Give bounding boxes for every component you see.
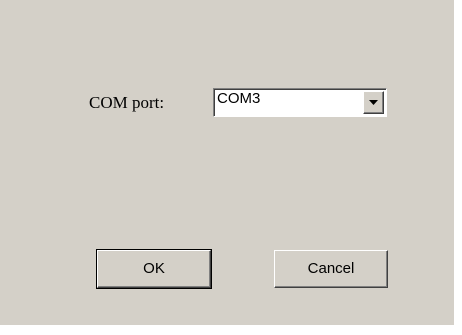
cancel-button[interactable]: Cancel — [274, 250, 388, 288]
ok-button[interactable]: OK — [96, 249, 212, 289]
com-port-label: COM port: — [89, 93, 165, 112]
dropdown-button[interactable] — [363, 91, 384, 114]
chevron-down-icon — [369, 100, 378, 105]
com-port-selected-value: COM3 — [217, 90, 261, 107]
com-port-select[interactable]: COM3 — [213, 88, 387, 117]
dialog: COM port: COM3 OK Cancel — [0, 0, 454, 325]
